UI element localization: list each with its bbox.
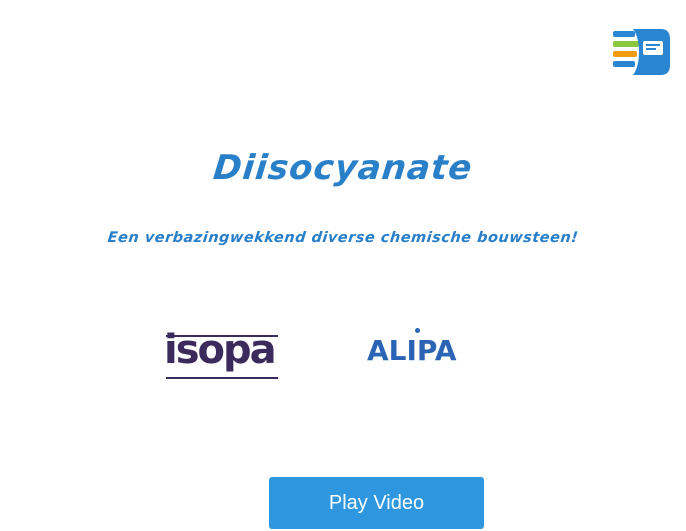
play-video-button[interactable]: Play Video bbox=[269, 477, 484, 529]
video-poster[interactable]: Diisocyanate Een verbazingwekkend divers… bbox=[0, 0, 686, 531]
alipa-logo-text: ALIPA bbox=[367, 334, 457, 367]
alipa-logo: ALIPA bbox=[367, 328, 482, 374]
isopa-logo-text: isopa bbox=[164, 327, 277, 373]
isopa-logo-bar-bottom bbox=[166, 377, 278, 379]
video-subtitle: Een verbazingwekkend diverse chemische b… bbox=[106, 230, 580, 246]
isopa-logo-bar-top bbox=[166, 335, 278, 337]
video-title: Diisocyanate bbox=[211, 148, 475, 188]
isopa-logo: isopa bbox=[164, 327, 282, 381]
alipa-logo-dot bbox=[415, 328, 420, 333]
corner-brand-logo bbox=[613, 29, 670, 75]
